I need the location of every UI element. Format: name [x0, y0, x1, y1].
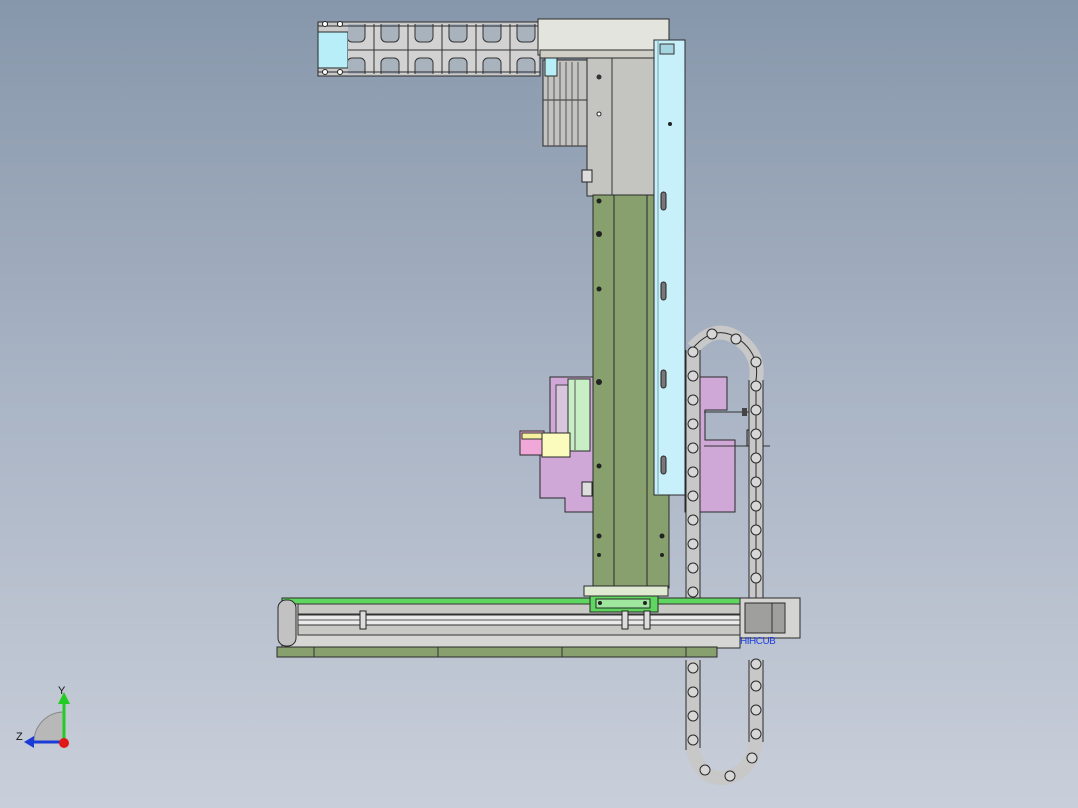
top-motor-housing[interactable] [537, 18, 670, 197]
top-drag-chain[interactable] [317, 21, 541, 77]
motor-tag-text: HIHCUB [740, 636, 776, 647]
vertical-slide-plate[interactable] [653, 39, 686, 496]
cad-model[interactable] [0, 0, 1078, 808]
orientation-triad[interactable]: Y Z [14, 686, 78, 750]
triad-z-label: Z [16, 731, 23, 743]
triad-y-label: Y [58, 685, 66, 697]
base-end-motor[interactable] [739, 597, 801, 639]
cad-viewport[interactable]: HIHCUB Y Z [0, 0, 1078, 808]
x-axis-dot [59, 738, 69, 748]
triad-graphic [24, 692, 70, 748]
carriage-left[interactable] [519, 376, 594, 513]
horizontal-base-rail[interactable] [276, 595, 741, 658]
